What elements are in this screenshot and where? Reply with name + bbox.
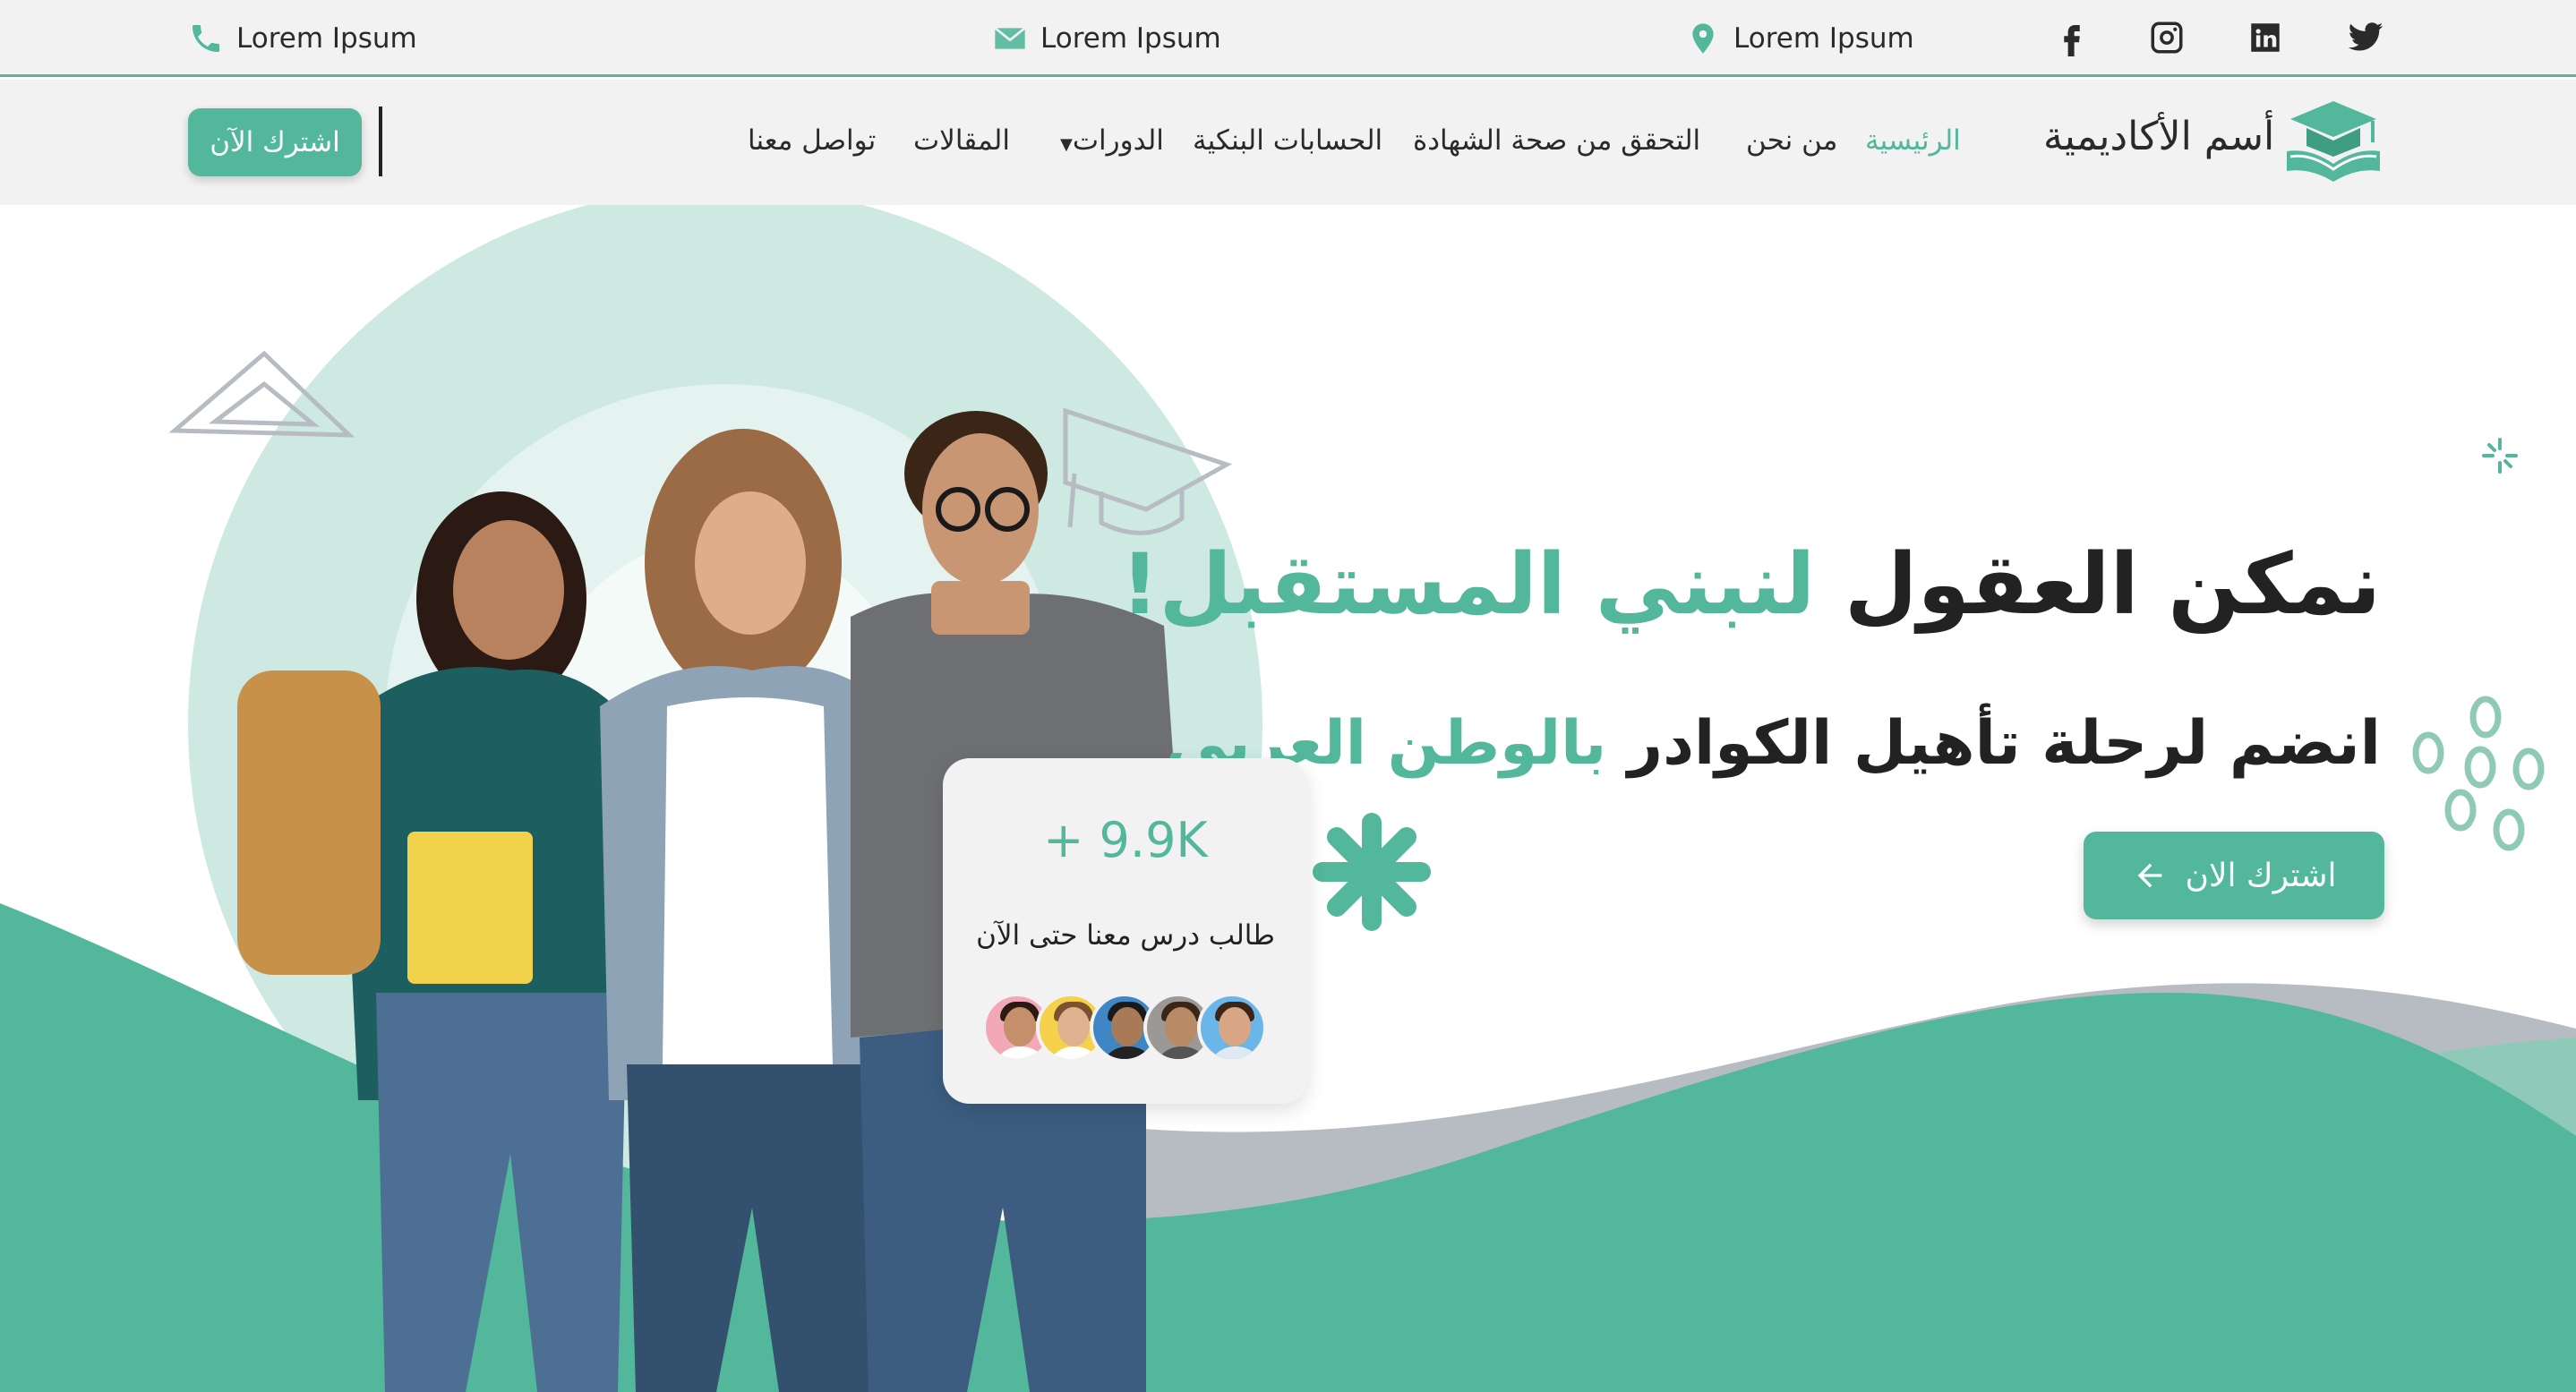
avatar bbox=[1197, 993, 1267, 1063]
twitter-icon[interactable] bbox=[2341, 13, 2391, 63]
email-contact[interactable]: Lorem Ipsum bbox=[992, 16, 1221, 61]
nav-divider bbox=[379, 107, 382, 176]
subscribe-now-button[interactable]: اشترك الآن bbox=[188, 108, 362, 176]
top-contact-bar: Lorem Ipsum Lorem Ipsum Lorem Ipsum bbox=[0, 0, 2576, 77]
location-text: Lorem Ipsum bbox=[1733, 22, 1914, 55]
nav-item-bank-accounts[interactable]: الحسابات البنكية bbox=[1193, 124, 1382, 157]
students-count-label: طالب درس معنا حتى الآن bbox=[976, 919, 1275, 952]
students-count-card: + 9.9K طالب درس معنا حتى الآن bbox=[943, 758, 1308, 1104]
main-navbar: اشترك الآن تواصل معنا المقالات ▼الدورات … bbox=[0, 80, 2576, 205]
headline-main: نمكن العقول bbox=[1815, 536, 2381, 634]
hero-section: نمكن العقول لنبني المستقبل! انضم لرحلة ت… bbox=[0, 205, 2576, 1392]
nav-item-courses-label: الدورات bbox=[1072, 124, 1164, 157]
nav-item-about[interactable]: من نحن bbox=[1746, 124, 1837, 157]
email-text: Lorem Ipsum bbox=[1040, 22, 1221, 55]
dots-pattern-icon bbox=[2412, 696, 2545, 851]
phone-text: Lorem Ipsum bbox=[236, 22, 417, 55]
map-pin-icon bbox=[1692, 23, 1714, 54]
envelope-icon bbox=[994, 27, 1026, 49]
asterisk-icon bbox=[1313, 813, 1431, 931]
arrow-left-icon bbox=[2137, 863, 2161, 888]
graduation-book-logo-icon[interactable] bbox=[2283, 96, 2383, 185]
phone-contact[interactable]: Lorem Ipsum bbox=[188, 16, 417, 61]
headline-accent: لنبني المستقبل! bbox=[1120, 536, 1816, 634]
hero-headline: نمكن العقول لنبني المستقبل! bbox=[1121, 536, 2381, 634]
hero-subscribe-button[interactable]: اشترك الان bbox=[2084, 832, 2384, 919]
students-count: + 9.9K bbox=[1043, 812, 1208, 868]
brand-name[interactable]: أسم الأكاديمية bbox=[2043, 114, 2274, 159]
hero-cta-label: اشترك الان bbox=[2185, 857, 2337, 894]
sparkle-icon bbox=[2482, 438, 2518, 474]
nav-item-home[interactable]: الرئيسية bbox=[1865, 124, 1961, 157]
nav-item-articles[interactable]: المقالات bbox=[913, 124, 1010, 157]
avatar-group bbox=[982, 993, 1267, 1064]
instagram-icon[interactable] bbox=[2142, 13, 2192, 63]
chevron-down-icon: ▼ bbox=[1060, 135, 1073, 154]
nav-item-contact[interactable]: تواصل معنا bbox=[748, 124, 876, 157]
nav-item-verify-certificate[interactable]: التحقق من صحة الشهادة bbox=[1413, 124, 1700, 157]
subhead-main: انضم لرحلة تأهيل الكوادر bbox=[1606, 708, 2381, 779]
hero-subheadline: انضم لرحلة تأهيل الكوادر بالوطن العربي bbox=[1166, 708, 2381, 779]
linkedin-icon[interactable] bbox=[2240, 13, 2290, 63]
facebook-icon[interactable] bbox=[2047, 13, 2097, 63]
nav-item-courses[interactable]: ▼الدورات bbox=[1055, 124, 1164, 157]
phone-icon bbox=[193, 25, 219, 52]
location-contact[interactable]: Lorem Ipsum bbox=[1685, 16, 1914, 61]
